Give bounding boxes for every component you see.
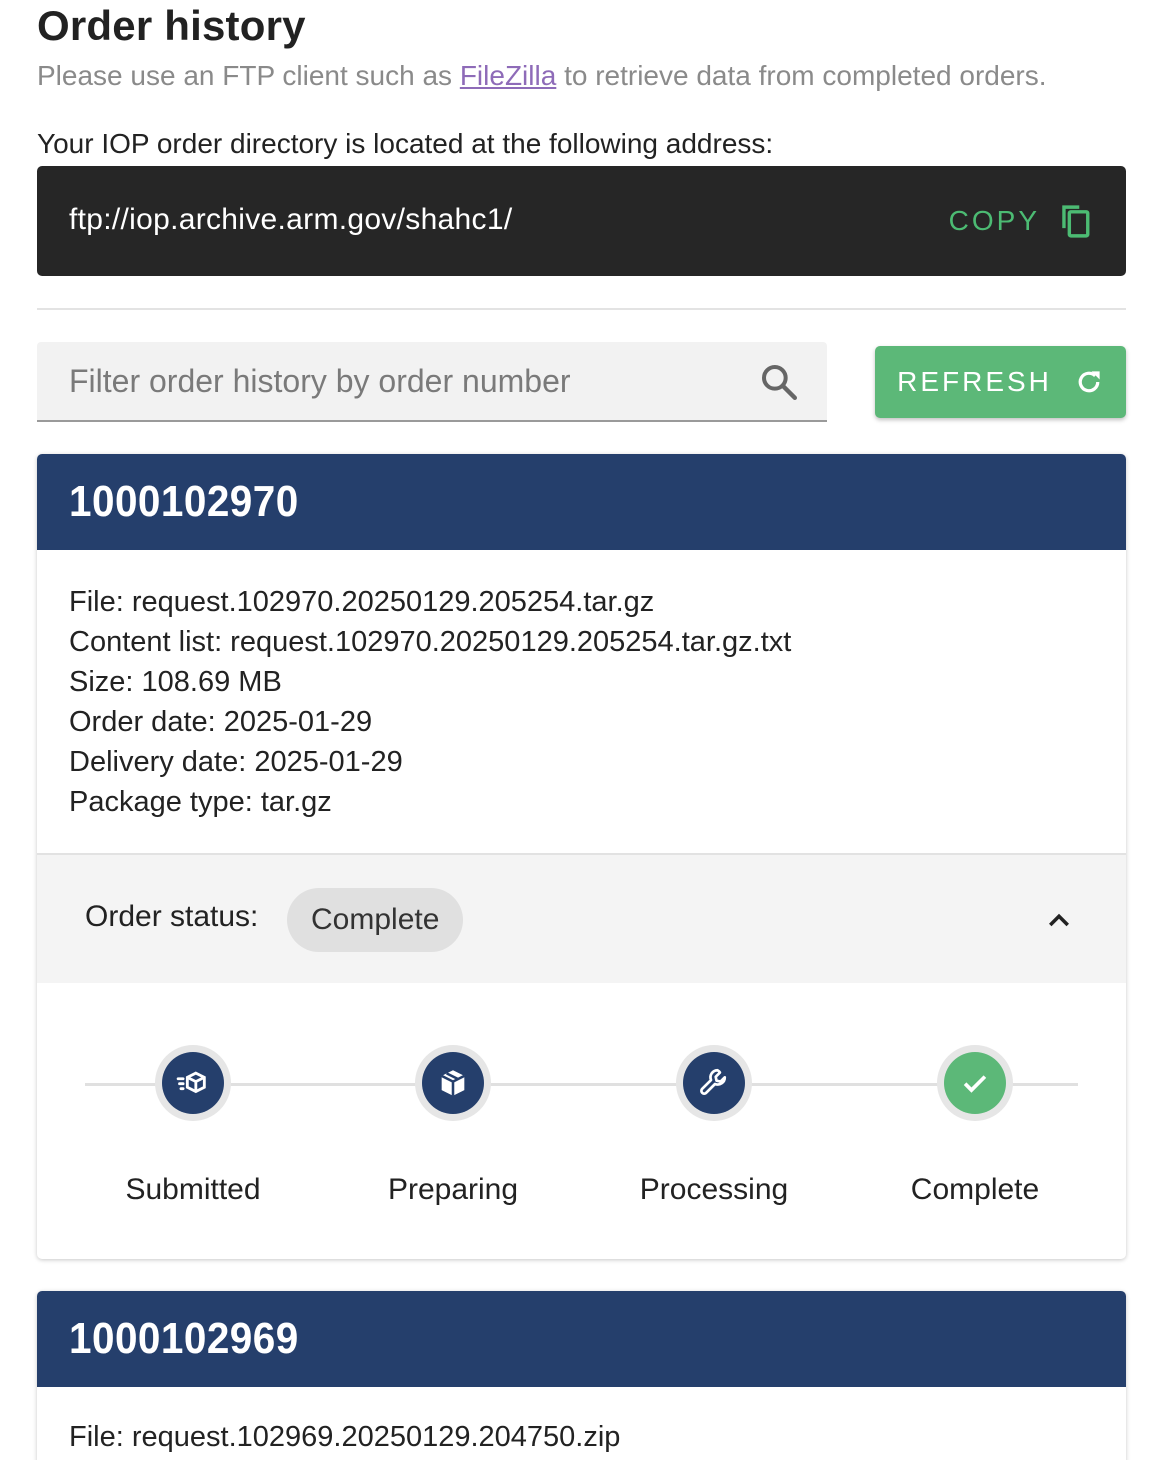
step-preparing: Preparing <box>353 1045 553 1207</box>
order-number: 1000102969 <box>69 1314 299 1363</box>
order-date: Order date: 2025-01-29 <box>69 706 373 738</box>
order-delivery-date: Delivery date: 2025-01-29 <box>69 746 403 778</box>
order-status-bar[interactable]: Order status: Complete <box>37 853 1126 983</box>
order-package-type: Package type: tar.gz <box>69 786 332 818</box>
step-ring <box>155 1045 231 1121</box>
order-content-list: Content list: request.102970.20250129.20… <box>69 626 792 658</box>
step-circle <box>944 1052 1006 1114</box>
step-processing: Processing <box>614 1045 814 1207</box>
step-circle <box>683 1052 745 1114</box>
step-ring <box>937 1045 1013 1121</box>
copy-button-label: COPY <box>948 205 1040 236</box>
copy-button[interactable]: COPY <box>949 200 1092 242</box>
order-card: 1000102970 File: request.102970.20250129… <box>37 454 1126 1259</box>
order-file: File: request.102970.20250129.205254.tar… <box>69 586 655 618</box>
order-progress-stepper: Submitted Preparing Processing Complete <box>37 983 1126 1258</box>
order-number: 1000102970 <box>69 477 299 526</box>
order-header[interactable]: 1000102969 <box>37 1291 1126 1387</box>
order-file: File: request.102969.20250129.204750.zip <box>69 1421 621 1453</box>
filter-field[interactable] <box>37 342 827 422</box>
order-status-label: Order status: <box>85 900 259 933</box>
submitted-box-icon <box>176 1071 206 1094</box>
refresh-button[interactable]: REFRESH <box>875 346 1126 418</box>
step-label: Complete <box>910 1173 1040 1206</box>
refresh-button-label: REFRESH <box>897 366 1052 397</box>
package-icon <box>441 1070 465 1096</box>
step-complete: Complete <box>875 1045 1075 1207</box>
copy-icon <box>1062 205 1090 238</box>
search-icon[interactable] <box>759 362 799 402</box>
step-ring <box>676 1045 752 1121</box>
page-subtitle: Please use an FTP client such as FileZil… <box>37 60 1047 92</box>
order-card: 1000102969 File: request.102969.20250129… <box>37 1291 1126 1460</box>
wrench-icon <box>700 1068 727 1095</box>
subtitle-text-after: to retrieve data from completed orders. <box>556 60 1047 91</box>
ftp-address-box: ftp://iop.archive.arm.gov/shahc1/ COPY <box>37 166 1126 276</box>
step-circle <box>162 1052 224 1114</box>
order-size: Size: 108.69 MB <box>69 666 282 698</box>
order-details: File: request.102970.20250129.205254.tar… <box>37 550 1126 822</box>
step-label: Submitted <box>125 1173 261 1206</box>
directory-label: Your IOP order directory is located at t… <box>37 128 774 159</box>
step-label: Preparing <box>387 1173 519 1206</box>
page-title: Order history <box>37 2 306 49</box>
step-ring <box>415 1045 491 1121</box>
subtitle-text-before: Please use an FTP client such as <box>37 60 460 91</box>
step-submitted: Submitted <box>93 1045 293 1207</box>
filter-input[interactable] <box>69 358 749 404</box>
ftp-url: ftp://iop.archive.arm.gov/shahc1/ <box>69 203 513 236</box>
check-icon <box>963 1075 987 1093</box>
status-badge: Complete <box>287 888 464 952</box>
step-circle <box>422 1052 484 1114</box>
order-details: File: request.102969.20250129.204750.zip <box>37 1387 1126 1457</box>
divider <box>37 308 1126 310</box>
chevron-up-icon[interactable] <box>1044 905 1074 935</box>
filezilla-link[interactable]: FileZilla <box>460 60 556 91</box>
refresh-icon <box>1078 371 1100 393</box>
step-label: Processing <box>639 1173 789 1206</box>
order-header[interactable]: 1000102970 <box>37 454 1126 550</box>
